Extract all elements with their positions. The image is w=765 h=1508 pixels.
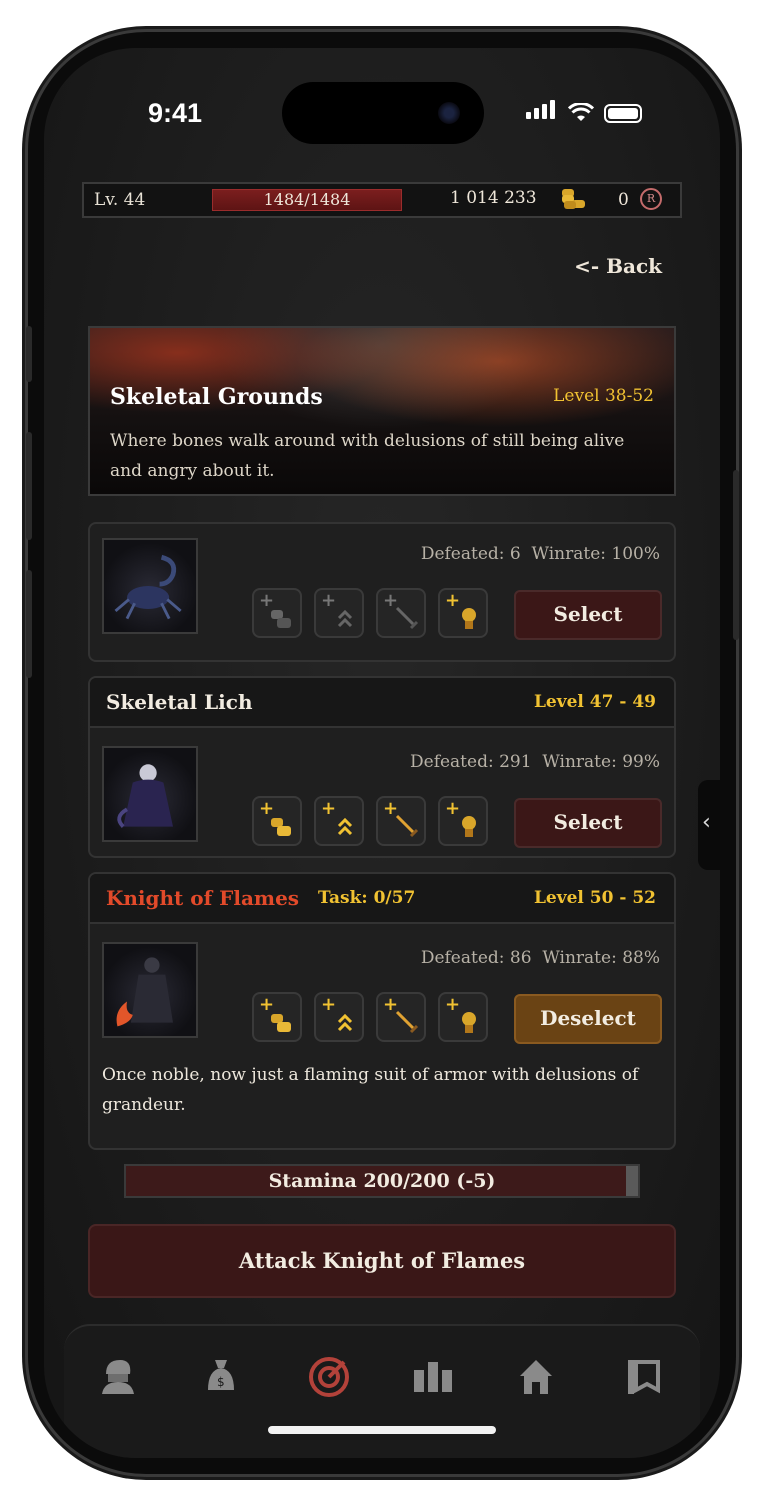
tab-guild[interactable] bbox=[620, 1354, 666, 1400]
coins-icon bbox=[271, 1014, 291, 1032]
medal-icon bbox=[462, 816, 476, 837]
monster-level: Level 50 - 52 bbox=[533, 888, 656, 908]
tab-hunt[interactable] bbox=[306, 1354, 352, 1400]
monster-card: Defeated: 6 Winrate: 100% + + + + Select bbox=[88, 522, 676, 662]
reward-slot-xp[interactable]: + bbox=[314, 992, 364, 1042]
monster-header: Skeletal Lich Level 47 - 49 bbox=[90, 678, 674, 728]
reward-slot-weapon[interactable]: + bbox=[376, 992, 426, 1042]
leaderboard-icon bbox=[414, 1362, 452, 1392]
signal-icon bbox=[526, 100, 558, 123]
medal-icon bbox=[462, 1012, 476, 1033]
player-level: Lv. 44 bbox=[94, 190, 146, 210]
medal-icon bbox=[462, 608, 476, 629]
tab-character[interactable] bbox=[94, 1354, 140, 1400]
location-banner: Skeletal Grounds Level 38-52 Where bones… bbox=[88, 326, 676, 496]
reward-slot-medal[interactable]: + bbox=[438, 588, 488, 638]
reward-slot-medal[interactable]: + bbox=[438, 992, 488, 1042]
reward-slot-weapon[interactable]: + bbox=[376, 796, 426, 846]
camera-icon bbox=[438, 102, 460, 124]
volume-down-button bbox=[26, 570, 32, 678]
coins-icon bbox=[271, 610, 291, 628]
winrate: Winrate: 100% bbox=[531, 544, 660, 564]
clock: 9:41 bbox=[148, 98, 203, 128]
gem-icon: R bbox=[640, 188, 662, 210]
sword-icon bbox=[395, 606, 419, 630]
monster-name: Skeletal Lich bbox=[106, 690, 253, 714]
status-bar: 9:41 bbox=[44, 48, 720, 168]
rank-up-icon bbox=[337, 609, 353, 628]
volume-up-button bbox=[26, 432, 32, 540]
monster-stats: Defeated: 6 Winrate: 100% bbox=[421, 544, 660, 564]
location-name: Skeletal Grounds bbox=[110, 384, 323, 410]
sword-icon bbox=[395, 814, 419, 838]
rank-up-icon bbox=[337, 817, 353, 836]
power-button bbox=[733, 470, 739, 640]
reward-slot-medal[interactable]: + bbox=[438, 796, 488, 846]
reward-slot-xp[interactable]: + bbox=[314, 588, 364, 638]
rank-up-icon bbox=[337, 1013, 353, 1032]
home-indicator[interactable] bbox=[268, 1426, 496, 1434]
target-icon bbox=[309, 1357, 349, 1397]
location-level-range: Level 38-52 bbox=[553, 386, 654, 406]
monster-card: Skeletal Lich Level 47 - 49 Defeated: 29… bbox=[88, 676, 676, 858]
reward-slot-coins[interactable]: + bbox=[252, 796, 302, 846]
deselect-button[interactable]: Deselect bbox=[514, 994, 662, 1044]
reward-slot-coins[interactable]: + bbox=[252, 588, 302, 638]
scorpion-icon bbox=[114, 554, 182, 620]
battery-icon bbox=[604, 104, 642, 123]
stamina-label: Stamina 200/200 (-5) bbox=[268, 1170, 496, 1192]
back-link[interactable]: <- Back bbox=[574, 254, 662, 278]
app-screen: 9:41 Lv. 44 1484/1484 1 014 233 0 R <- B bbox=[44, 48, 720, 1458]
sword-icon bbox=[395, 1010, 419, 1034]
monster-portrait bbox=[102, 746, 198, 842]
flame-knight-icon bbox=[116, 957, 173, 1027]
defeated-count: Defeated: 86 bbox=[420, 948, 532, 968]
defeated-count: Defeated: 6 bbox=[420, 544, 521, 564]
monster-card-selected: Knight of Flames Task: 0/57 Level 50 - 5… bbox=[88, 872, 676, 1150]
task-progress: Task: 0/57 bbox=[318, 888, 416, 908]
tab-shop[interactable]: $ bbox=[198, 1354, 244, 1400]
bottom-tab-bar: $ bbox=[64, 1324, 700, 1458]
monster-level: Level 47 - 49 bbox=[533, 692, 656, 712]
side-drawer-handle[interactable]: ‹ bbox=[698, 780, 720, 870]
monster-header: Knight of Flames Task: 0/57 Level 50 - 5… bbox=[90, 874, 674, 924]
guild-banner-icon bbox=[628, 1360, 660, 1394]
gold-amount: 1 014 233 bbox=[450, 188, 537, 208]
gem-amount: 0 bbox=[618, 190, 629, 210]
wifi-icon bbox=[568, 103, 594, 121]
defeated-count: Defeated: 291 bbox=[410, 752, 532, 772]
monster-name: Knight of Flames bbox=[106, 886, 300, 910]
reward-slot-weapon[interactable]: + bbox=[376, 588, 426, 638]
location-description: Where bones walk around with delusions o… bbox=[110, 431, 625, 481]
money-bag-icon: $ bbox=[208, 1360, 234, 1390]
monster-portrait bbox=[102, 538, 198, 634]
tab-town[interactable] bbox=[516, 1354, 562, 1400]
reward-slot-coins[interactable]: + bbox=[252, 992, 302, 1042]
tab-leaderboard[interactable] bbox=[410, 1354, 456, 1400]
mute-switch bbox=[26, 326, 32, 382]
reward-slot-xp[interactable]: + bbox=[314, 796, 364, 846]
status-icons bbox=[526, 100, 642, 123]
winrate: Winrate: 88% bbox=[542, 948, 660, 968]
chevron-left-icon: ‹ bbox=[702, 810, 711, 835]
attack-button[interactable]: Attack Knight of Flames bbox=[88, 1224, 676, 1298]
house-icon bbox=[520, 1360, 552, 1394]
stamina-bar: Stamina 200/200 (-5) bbox=[124, 1164, 640, 1198]
coins-icon bbox=[562, 189, 585, 209]
svg-text:$: $ bbox=[217, 1375, 225, 1389]
monster-stats: Defeated: 291 Winrate: 99% bbox=[410, 752, 660, 772]
monster-portrait bbox=[102, 942, 198, 1038]
monster-stats: Defeated: 86 Winrate: 88% bbox=[421, 948, 660, 968]
coins-icon bbox=[271, 818, 291, 836]
lich-icon bbox=[117, 764, 173, 828]
winrate: Winrate: 99% bbox=[542, 752, 660, 772]
player-stats-bar: Lv. 44 1484/1484 1 014 233 0 R bbox=[82, 182, 682, 218]
select-button[interactable]: Select bbox=[514, 590, 662, 640]
hp-bar: 1484/1484 bbox=[212, 189, 402, 211]
select-button[interactable]: Select bbox=[514, 798, 662, 848]
dynamic-island bbox=[282, 82, 484, 144]
character-icon bbox=[102, 1360, 134, 1394]
monster-description: Once noble, now just a flaming suit of a… bbox=[102, 1065, 639, 1115]
